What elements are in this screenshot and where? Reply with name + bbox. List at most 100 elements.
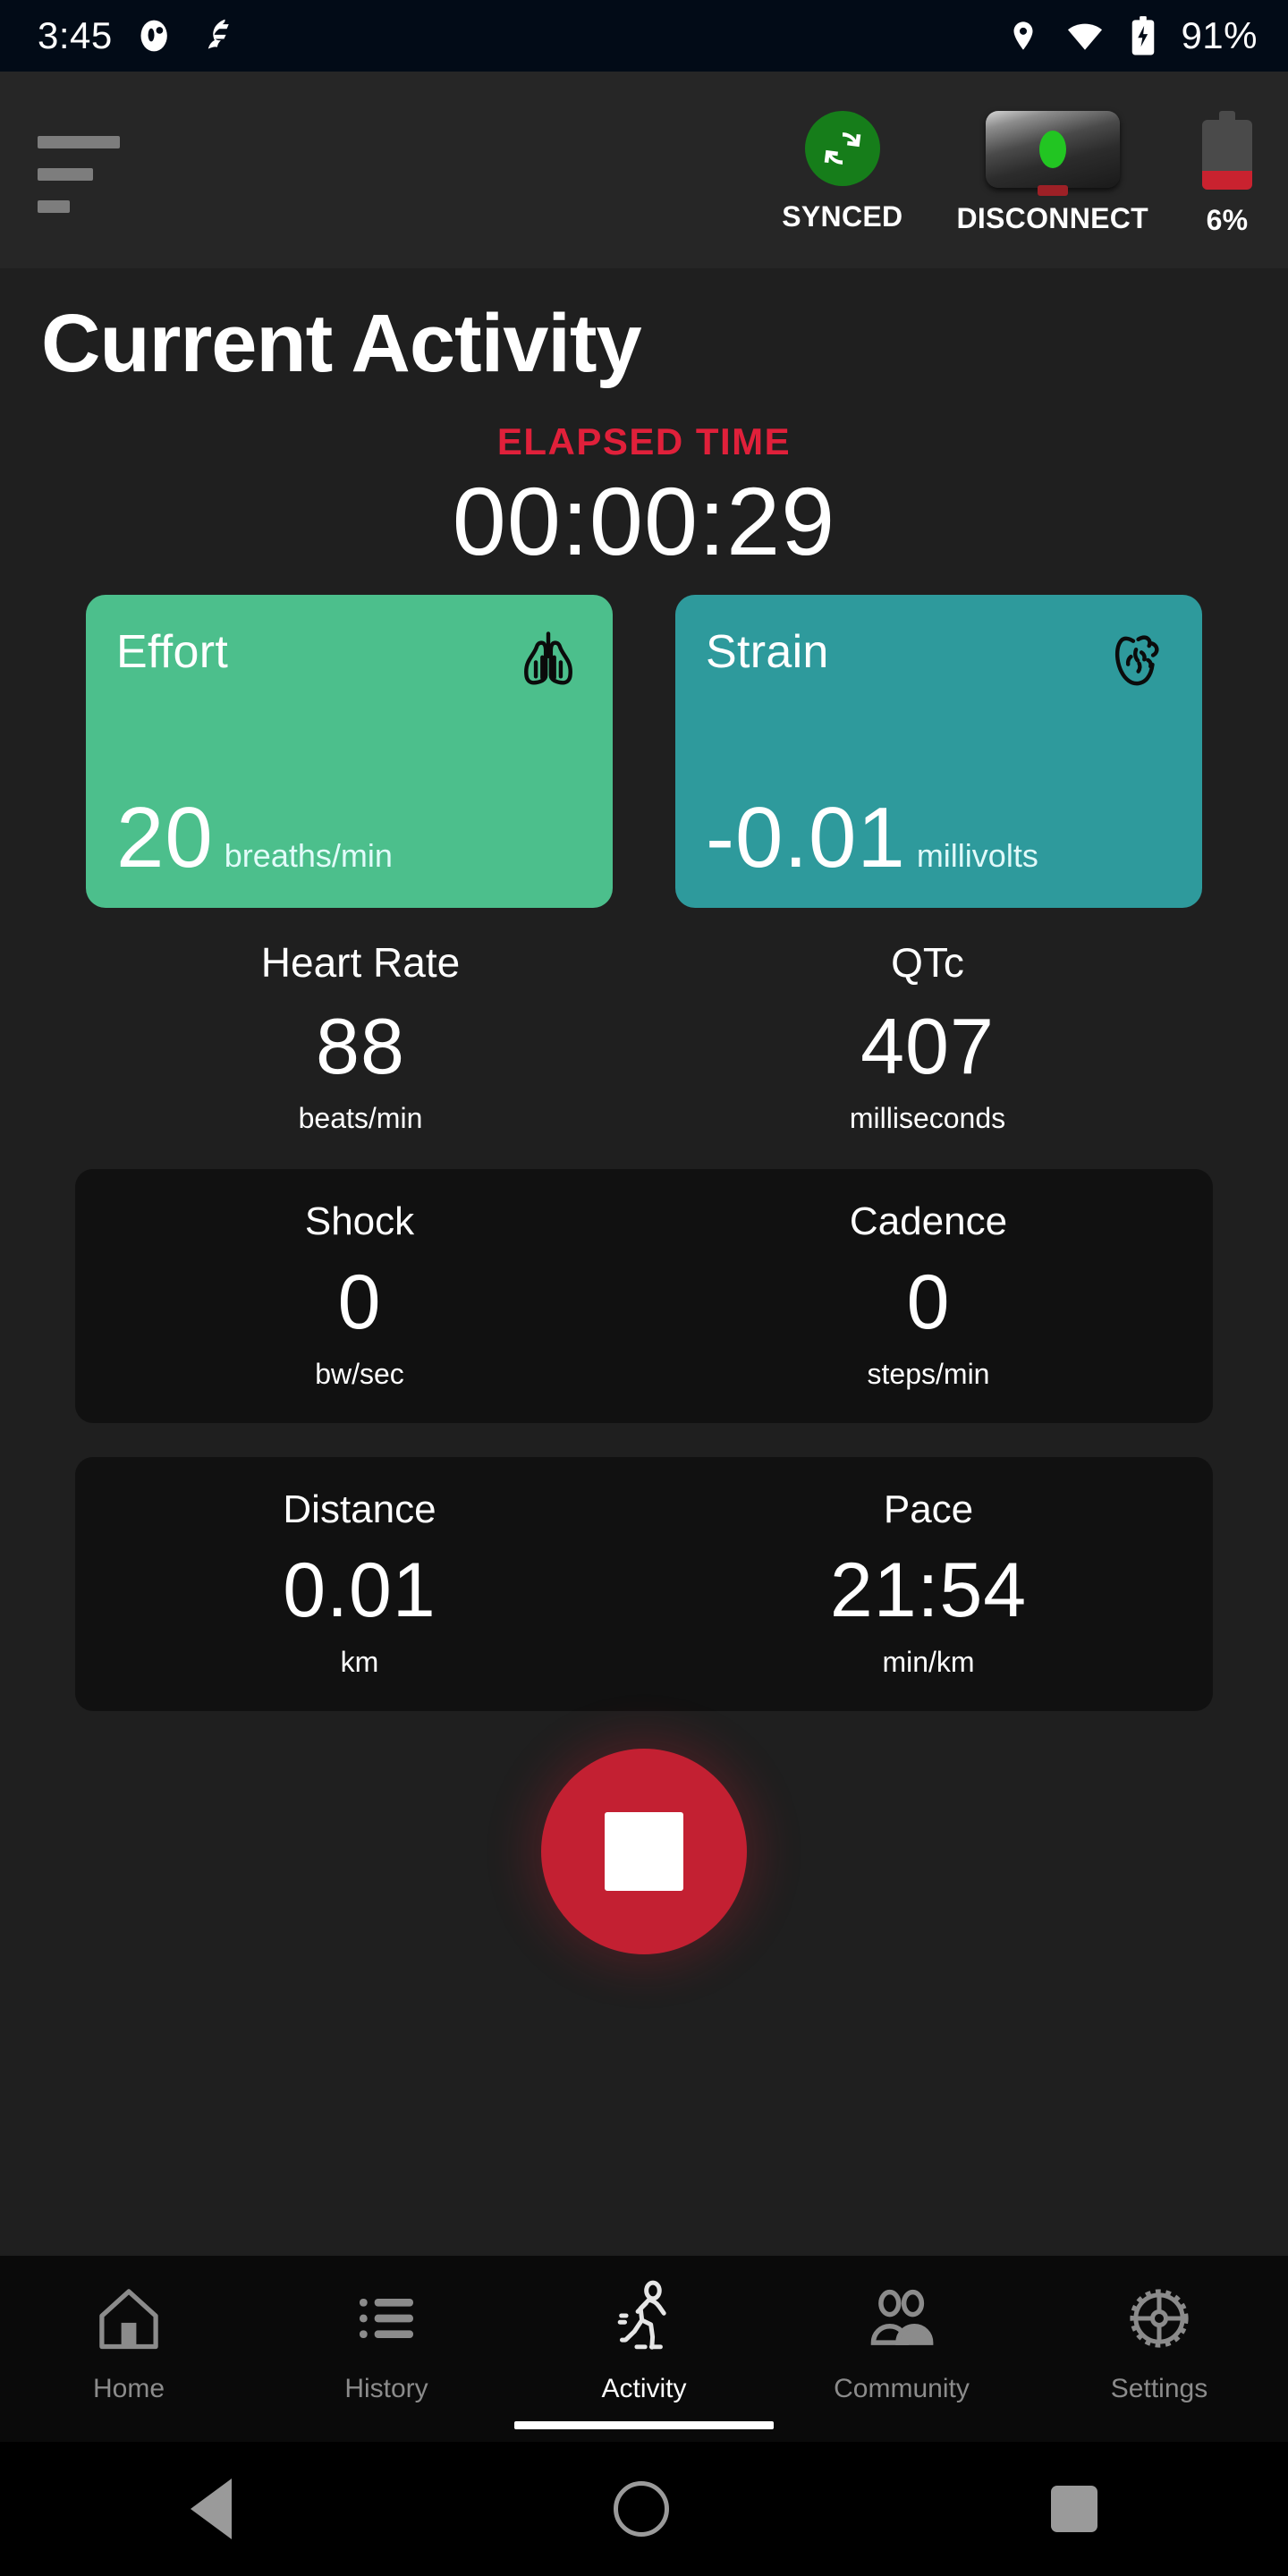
lungs-icon [524,631,572,685]
shock-cadence-card: Shock 0 bw/sec Cadence 0 steps/min [75,1168,1213,1423]
pace-label: Pace [883,1487,974,1531]
device-sensor-icon [985,111,1120,196]
sync-refresh-icon [804,111,880,186]
back-triangle-icon[interactable] [191,2479,233,2539]
android-system-nav [0,2442,1288,2576]
menu-bar-1 [38,136,120,148]
location-pin-icon [1013,21,1033,50]
list-glyph [360,2299,413,2338]
cadence-value: 0 [906,1258,951,1345]
status-bar-left: 3:45 [38,14,238,57]
home-icon [91,2272,166,2365]
heart-rate-unit: beats/min [298,1101,423,1134]
effort-card-title: Effort [116,625,229,678]
strain-card-title: Strain [706,625,829,678]
menu-bar-3 [38,200,70,213]
activity-content: Current Activity ELAPSED TIME 00:00:29 E… [0,268,1288,2256]
device-battery-status[interactable]: 6% [1202,111,1252,237]
cadence-metric: Cadence 0 steps/min [644,1199,1213,1391]
menu-bar-2 [38,168,93,181]
nav-item-history[interactable]: History [258,2272,515,2442]
effort-unit: breaths/min [224,836,393,874]
heartrate-qtc-row: Heart Rate 88 beats/min QTc 407 millisec… [0,908,1288,1135]
device-battery-label: 6% [1206,204,1249,236]
nav-item-activity[interactable]: Activity [514,2272,774,2442]
pace-value: 21:54 [829,1546,1028,1633]
device-connection-button[interactable]: DISCONNECT [956,111,1148,235]
pace-unit: min/km [882,1645,975,1678]
shock-label: Shock [304,1199,415,1243]
shock-cadence-row: Shock 0 bw/sec Cadence 0 steps/min [75,1199,1213,1391]
gear-icon [1121,2272,1198,2365]
nav-item-home[interactable]: Home [0,2272,258,2442]
effort-card[interactable]: Effort 20 breaths/min [86,594,613,908]
heart-rate-value: 88 [316,1001,405,1090]
page-title: Current Activity [41,298,642,389]
distance-pace-row: Distance 0.01 km Pace 21:54 min/km [75,1487,1213,1679]
shock-value: 0 [337,1258,382,1345]
hamburger-menu-icon[interactable] [38,136,123,213]
home-circle-icon[interactable] [613,2481,669,2537]
stop-activity-button[interactable] [541,1748,747,1954]
wifi-icon [1068,23,1103,50]
recents-square-icon[interactable] [1050,2486,1097,2532]
list-icon [351,2272,422,2365]
refresh-arrows-glyph [824,132,861,165]
nav-label-settings: Settings [1110,2374,1208,2403]
cadence-label: Cadence [849,1199,1008,1243]
sync-status-button[interactable]: SYNCED [782,111,902,233]
strain-unit: millivolts [916,836,1038,874]
shock-metric: Shock 0 bw/sec [75,1199,644,1391]
heart-rate-label: Heart Rate [260,938,461,986]
system-status-bar: 3:45 91% [0,0,1288,72]
people-glyph [870,2289,934,2345]
disconnect-label: DISCONNECT [956,202,1148,234]
qtc-metric: QTc 407 milliseconds [644,938,1211,1135]
active-tab-indicator [514,2421,774,2429]
nav-label-activity: Activity [601,2374,687,2403]
effort-card-header: Effort [116,625,582,693]
nav-label-history: History [344,2374,428,2403]
distance-pace-card: Distance 0.01 km Pace 21:54 min/km [75,1456,1213,1711]
stop-square-icon [605,1811,683,1891]
battery-percentage: 91% [1181,14,1258,56]
device-led-indicator [1038,131,1066,168]
app-header: SYNCED DISCONNECT 6% [0,72,1288,268]
qtc-unit: milliseconds [849,1101,1006,1134]
sync-status-label: SYNCED [782,200,903,233]
qtc-label: QTc [891,938,964,986]
distance-value: 0.01 [283,1546,436,1633]
highlight-card-row: Effort 20 breaths/min Strain -0.01 milli… [0,575,1288,908]
nav-label-community: Community [834,2374,970,2403]
cadence-unit: steps/min [867,1357,990,1390]
device-connector-nub [1037,185,1068,196]
nav-label-home: Home [92,2374,165,2403]
battery-fill [1202,170,1252,190]
clock: 3:45 [38,14,113,56]
battery-body [1202,120,1252,190]
strain-card[interactable]: Strain -0.01 millivolts [675,594,1202,908]
nav-item-community[interactable]: Community [773,2272,1030,2442]
pace-metric: Pace 21:54 min/km [644,1487,1213,1679]
elapsed-time-value: 00:00:29 [452,467,836,575]
distance-metric: Distance 0.01 km [75,1487,644,1679]
distance-label: Distance [283,1487,436,1531]
app-screen: 3:45 91% SYNCED DISCONNECT 6% Current Ac… [0,0,1288,2576]
stop-button-area [0,1748,1288,1954]
people-icon [862,2272,941,2365]
home-glyph [99,2289,158,2350]
elapsed-time-label: ELAPSED TIME [496,420,792,462]
nav-item-settings[interactable]: Settings [1030,2272,1288,2442]
fitness-app-icon [208,19,229,49]
runner-glyph [617,2280,666,2350]
device-battery-icon [1202,111,1252,190]
qtc-value: 407 [860,1001,995,1090]
strain-card-header: Strain [706,625,1172,693]
elapsed-time-block: ELAPSED TIME 00:00:29 [0,420,1288,575]
heart-anatomical-icon [1114,635,1159,686]
running-person-icon [603,2272,685,2365]
bottom-navigation: Home History Activity Community Settings [0,2256,1288,2442]
header-status-group: SYNCED DISCONNECT 6% [782,111,1252,237]
effort-card-value-row: 20 breaths/min [116,794,582,881]
strain-card-value-row: -0.01 millivolts [706,794,1172,881]
